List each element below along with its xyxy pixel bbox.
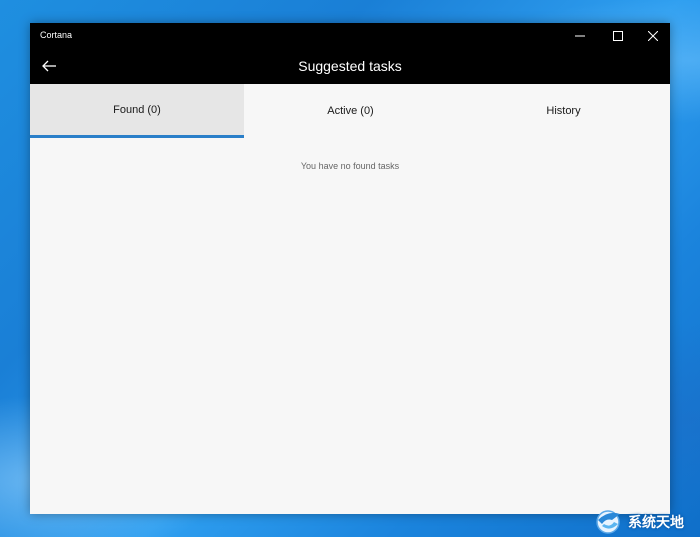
tab-label: Active (0)	[327, 105, 374, 117]
maximize-button[interactable]	[601, 23, 635, 49]
app-title: Cortana	[40, 30, 73, 40]
page-title: Suggested tasks	[298, 58, 402, 74]
watermark-text: 系统天地	[628, 515, 684, 531]
tab-bar: Found (0) Active (0) History	[30, 84, 670, 138]
tab-label: Found (0)	[113, 103, 161, 116]
tab-found[interactable]: Found (0)	[30, 84, 244, 138]
title-bar[interactable]: Cortana	[30, 23, 670, 49]
tab-active[interactable]: Active (0)	[244, 84, 457, 138]
watermark-logo-icon	[596, 510, 620, 534]
watermark: 系统天地	[592, 506, 700, 536]
page-header: Suggested tasks	[30, 49, 670, 84]
cortana-window: Cortana Suggested tasks Found (0) Active…	[30, 23, 670, 514]
close-button[interactable]	[636, 23, 670, 49]
maximize-icon	[613, 31, 623, 41]
close-icon	[648, 31, 658, 41]
tab-history[interactable]: History	[457, 84, 670, 138]
empty-state-message: You have no found tasks	[300, 161, 400, 171]
tab-label: History	[546, 105, 581, 117]
minimize-icon	[575, 35, 585, 37]
minimize-button[interactable]	[563, 23, 597, 49]
